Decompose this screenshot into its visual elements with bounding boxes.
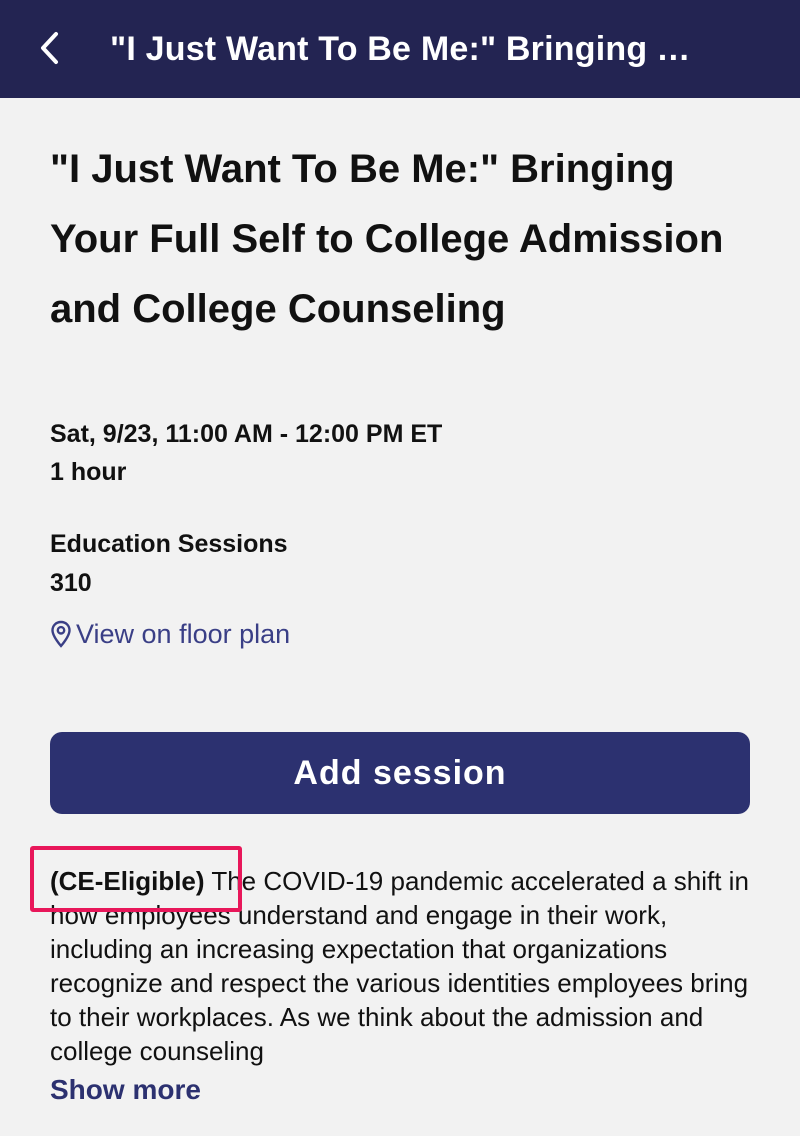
view-floor-plan-label: View on floor plan: [76, 618, 291, 649]
session-track: Education Sessions: [50, 530, 288, 558]
session-duration: 1 hour: [50, 458, 127, 486]
session-room: 310: [50, 569, 92, 597]
add-session-button[interactable]: Add session: [50, 732, 750, 814]
map-pin-icon: [51, 620, 71, 648]
navbar-title: "I Just Want To Be Me:" Bringing Your Fu…: [110, 30, 710, 68]
top-navigation-bar: "I Just Want To Be Me:" Bringing Your Fu…: [0, 0, 800, 98]
show-more-link[interactable]: Show more: [50, 1070, 201, 1110]
session-title: "I Just Want To Be Me:" Bringing Your Fu…: [50, 147, 724, 331]
ce-eligible-tag: (CE-Eligible): [50, 866, 205, 896]
back-button[interactable]: [22, 20, 78, 76]
session-description: (CE-Eligible) The COVID-19 pandemic acce…: [50, 864, 750, 1068]
description-text: The COVID-19 pandemic accelerated a shif…: [50, 866, 749, 1066]
chevron-left-icon: [41, 32, 58, 64]
session-time: Sat, 9/23, 11:00 AM - 12:00 PM ET: [50, 420, 443, 448]
view-floor-plan-link[interactable]: View on floor plan: [50, 614, 290, 654]
